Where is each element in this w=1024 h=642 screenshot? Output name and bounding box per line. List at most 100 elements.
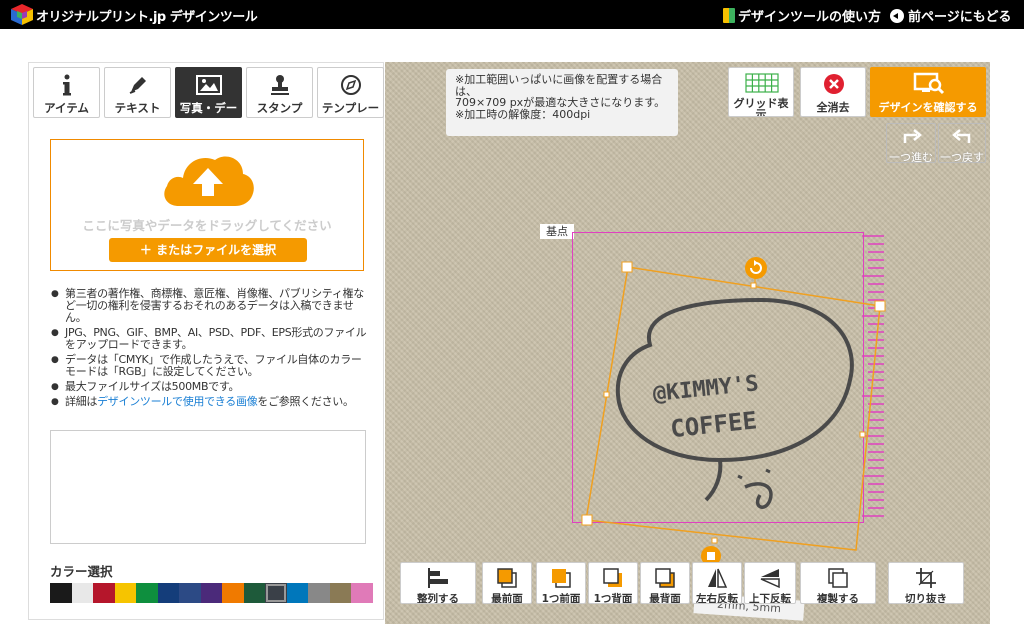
flip-horizontal-label: 左右反転: [696, 593, 738, 604]
align-label: 整列する: [417, 593, 459, 604]
note-prefix: 詳細は: [65, 395, 98, 408]
redo-button[interactable]: 一つ進む: [886, 123, 936, 163]
back-arrow-icon: [890, 8, 904, 23]
color-swatch[interactable]: [114, 583, 136, 603]
info-box: ※加工範囲いっぱいに画像を配置する場合は、 709×709 pxが最適な大きさに…: [446, 69, 678, 136]
info-icon: [62, 74, 71, 96]
tab-label: スタンプ: [256, 101, 303, 115]
help-link[interactable]: デザインツールの使い方: [723, 6, 881, 25]
image-icon: [195, 75, 222, 95]
tab-photo-data[interactable]: 写真・デー: [175, 67, 242, 118]
color-swatches: [50, 583, 373, 603]
duplicate-label: 複製する: [817, 593, 859, 604]
stamp-icon: [270, 75, 289, 95]
note-item: 最大ファイルサイズは500MBです。: [49, 381, 367, 394]
confirm-design-button[interactable]: デザインを確認する: [870, 67, 986, 117]
bring-front-button[interactable]: 最前面: [482, 562, 532, 604]
tab-item[interactable]: アイテム: [33, 67, 100, 118]
color-swatch[interactable]: [329, 583, 351, 603]
clear-all-button[interactable]: 全消去: [800, 67, 866, 117]
forward-one-label: 1つ前面: [541, 593, 581, 604]
duplicate-button[interactable]: 複製する: [800, 562, 876, 604]
select-file-button[interactable]: ＋ またはファイルを選択: [109, 238, 307, 262]
note-item: データは「CMYK」で作成したうえで、ファイル自体のカラーモードは「RGB」に設…: [49, 354, 367, 378]
color-swatch[interactable]: [50, 583, 72, 603]
color-swatch[interactable]: [265, 583, 287, 603]
color-swatch[interactable]: [222, 583, 244, 603]
origin-label: 基点: [540, 224, 574, 239]
upload-notes: 第三者の著作権、商標権、意匠権、肖像権、パブリシティ権など一切の権利を侵害するお…: [49, 288, 367, 411]
back-link[interactable]: 前ページにもどる: [890, 6, 1011, 25]
color-swatch[interactable]: [243, 583, 265, 603]
align-icon: [428, 568, 448, 588]
close-circle-icon: [824, 74, 844, 94]
tab-stamp[interactable]: スタンプ: [246, 67, 313, 118]
color-section-title: カラー選択: [50, 564, 113, 579]
undo-icon: [952, 129, 971, 143]
tab-text[interactable]: テキスト: [104, 67, 171, 118]
bring-front-icon: [497, 568, 517, 588]
flip-vertical-label: 上下反転: [749, 593, 791, 604]
back-link-label: 前ページにもどる: [908, 10, 1012, 25]
backward-one-button[interactable]: 1つ背面: [588, 562, 638, 604]
undo-button[interactable]: 一つ戻す: [938, 123, 986, 163]
color-swatch[interactable]: [351, 583, 373, 603]
top-bar: オリジナルプリント.jp デザインツール デザインツールの使い方 前ページにもど…: [0, 0, 1024, 29]
flip-horizontal-icon: [708, 568, 728, 588]
tab-template[interactable]: テンプレー: [317, 67, 384, 118]
backward-one-icon: [603, 568, 622, 587]
cloud-upload-icon: [164, 156, 254, 206]
color-swatch[interactable]: [136, 583, 158, 603]
logo-icon: [11, 4, 33, 25]
drop-hint: ここに写真やデータをドラッグしてください: [82, 218, 332, 233]
bring-front-label: 最前面: [491, 593, 523, 604]
color-swatch[interactable]: [71, 583, 93, 603]
tab-label: テンプレー: [321, 101, 380, 115]
backward-one-label: 1つ背面: [593, 593, 633, 604]
tab-label: テキスト: [114, 101, 161, 115]
usable-images-link[interactable]: デザインツールで使用できる画像: [97, 395, 258, 408]
tab-label: アイテム: [44, 101, 89, 115]
color-swatch[interactable]: [286, 583, 308, 603]
grid-icon: [745, 73, 779, 93]
send-back-button[interactable]: 最背面: [640, 562, 690, 604]
color-swatch[interactable]: [200, 583, 222, 603]
confirm-design-label: デザインを確認する: [878, 101, 978, 114]
left-panel: アイテム テキスト 写真・デー スタンプ テンプレー ここに写真やデータをドラッ…: [28, 62, 384, 620]
flip-vertical-button[interactable]: 上下反転: [744, 562, 796, 604]
color-swatch[interactable]: [179, 583, 201, 603]
grid-label: グリッド表示: [733, 97, 789, 117]
crop-label: 切り抜き: [905, 593, 947, 604]
color-swatch[interactable]: [308, 583, 330, 603]
align-button[interactable]: 整列する: [400, 562, 476, 604]
send-back-icon: [655, 568, 675, 588]
flip-vertical-icon: [760, 569, 780, 589]
note-item: 詳細はデザインツールで使用できる画像をご参照ください。: [49, 395, 367, 409]
print-area: [572, 232, 864, 523]
ruler: [862, 235, 884, 517]
flip-horizontal-button[interactable]: 左右反転: [692, 562, 742, 604]
upload-dropzone[interactable]: ここに写真やデータをドラッグしてください ＋ またはファイルを選択: [50, 139, 364, 271]
crop-icon: [916, 568, 936, 588]
color-swatch[interactable]: [157, 583, 179, 603]
info-text: ※加工範囲いっぱいに画像を配置する場合は、 709×709 pxが最適な大きさに…: [455, 73, 666, 121]
pen-icon: [129, 77, 146, 94]
template-icon: [340, 75, 361, 95]
crop-button[interactable]: 切り抜き: [888, 562, 964, 604]
monitor-search-icon: [913, 72, 945, 95]
bottom-toolbar: 整列する 最前面 1つ前面 1つ背面 最背面 左右反転 上下反転 複製する 切り…: [400, 562, 970, 606]
grid-toggle-button[interactable]: グリッド表示: [728, 67, 794, 117]
forward-one-button[interactable]: 1つ前面: [536, 562, 586, 604]
note-item: 第三者の著作権、商標権、意匠権、肖像権、パブリシティ権など一切の権利を侵害するお…: [49, 288, 367, 324]
note-item: JPG、PNG、GIF、BMP、AI、PSD、PDF、EPS形式のファイルをアッ…: [49, 327, 367, 351]
tab-label: 写真・デー: [179, 101, 238, 115]
uploaded-images-area[interactable]: [50, 430, 366, 544]
color-swatch[interactable]: [93, 583, 115, 603]
help-link-label: デザインツールの使い方: [738, 10, 882, 25]
app-title: オリジナルプリント.jp デザインツール: [36, 10, 258, 25]
redo-icon: [903, 129, 922, 143]
forward-one-icon: [552, 569, 571, 588]
book-icon: [723, 8, 735, 23]
redo-label: 一つ進む: [889, 151, 933, 163]
duplicate-icon: [828, 568, 848, 588]
